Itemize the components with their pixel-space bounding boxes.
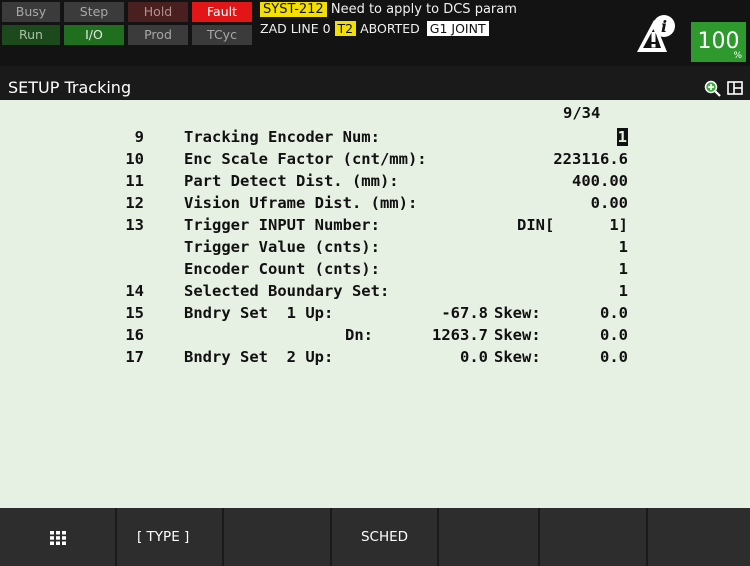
f2-button[interactable] bbox=[224, 508, 330, 566]
list-item[interactable]: 14 Selected Boundary Set: 1 bbox=[0, 280, 750, 302]
skew-value[interactable]: 0.0 bbox=[600, 302, 628, 324]
speed-override[interactable]: 100 % bbox=[691, 22, 746, 62]
skew-label: Skew: bbox=[494, 348, 541, 366]
status-bar: Busy Step Hold Fault Run I/O Prod TCyc S… bbox=[0, 0, 750, 66]
screen-title-bar: SETUP Tracking bbox=[0, 76, 750, 100]
item-number: 12 bbox=[125, 194, 144, 212]
zoom-in-icon[interactable] bbox=[704, 80, 721, 97]
f4-button[interactable] bbox=[439, 508, 538, 566]
edit-cursor[interactable]: 1 bbox=[616, 128, 628, 146]
item-number: 16 bbox=[125, 326, 144, 344]
tracking-setup-panel: 9/34 9 Tracking Encoder Num: 1 10 Enc Sc… bbox=[0, 100, 750, 508]
item-value[interactable]: 400.00 bbox=[572, 170, 628, 192]
skew-label: Skew: bbox=[494, 304, 541, 322]
list-item[interactable]: 17 Bndry Set 2 Up: 0.0 Skew: 0.0 bbox=[0, 346, 750, 368]
item-label: Encoder Count (cnts): bbox=[184, 260, 380, 278]
item-label: Enc Scale Factor (cnt/mm): bbox=[184, 150, 427, 168]
item-number: 10 bbox=[125, 150, 144, 168]
list-item[interactable]: 9 Tracking Encoder Num: 1 bbox=[0, 126, 750, 148]
run-indicator: Run bbox=[2, 25, 60, 45]
step-indicator: Step bbox=[64, 2, 124, 22]
override-unit: % bbox=[733, 51, 742, 61]
list-item[interactable]: Encoder Count (cnts): 1 bbox=[0, 258, 750, 280]
svg-text:i: i bbox=[661, 17, 667, 36]
tcyc-indicator: TCyc bbox=[192, 25, 252, 45]
sched-button[interactable]: SCHED bbox=[332, 508, 437, 566]
skew-value[interactable]: 0.0 bbox=[600, 346, 628, 368]
list-item[interactable]: 12 Vision Uframe Dist. (mm): 0.00 bbox=[0, 192, 750, 214]
io-indicator: I/O bbox=[64, 25, 124, 45]
split-screen-icon[interactable] bbox=[727, 81, 743, 95]
item-label: Selected Boundary Set: bbox=[184, 282, 390, 300]
boundary-position[interactable]: 0.0 bbox=[460, 346, 488, 368]
item-number: 17 bbox=[125, 348, 144, 366]
alarm-text: Need to apply to DCS param bbox=[330, 2, 517, 17]
item-label: Bndry Set 1 Up: bbox=[184, 304, 334, 322]
list-item[interactable]: 10 Enc Scale Factor (cnt/mm): 223116.6 bbox=[0, 148, 750, 170]
screen-title: SETUP Tracking bbox=[8, 78, 132, 97]
function-key-bar: [ TYPE ] SCHED bbox=[0, 508, 750, 566]
run-state: ABORTED bbox=[360, 21, 420, 36]
info-warning-icon[interactable]: i bbox=[634, 14, 676, 54]
fault-indicator: Fault bbox=[192, 2, 252, 22]
skew-label: Skew: bbox=[494, 326, 541, 344]
prod-indicator: Prod bbox=[128, 25, 188, 45]
item-value[interactable]: 1 bbox=[619, 258, 628, 280]
alarm-message[interactable]: SYST-212 Need to apply to DCS param bbox=[260, 2, 517, 17]
f5-button[interactable] bbox=[540, 508, 646, 566]
group-coord-badge: G1 JOINT bbox=[426, 21, 489, 36]
menu-button[interactable] bbox=[0, 508, 115, 566]
program-status-line: ZAD LINE 0 T2 ABORTED G1 JOINT bbox=[260, 21, 489, 36]
item-number: 9 bbox=[134, 128, 144, 146]
list-item[interactable]: 11 Part Detect Dist. (mm): 400.00 bbox=[0, 170, 750, 192]
type-button[interactable]: [ TYPE ] bbox=[117, 508, 222, 566]
item-value[interactable]: 223116.6 bbox=[553, 148, 628, 170]
item-label: Vision Uframe Dist. (mm): bbox=[184, 194, 418, 212]
item-label: Dn: bbox=[345, 326, 373, 344]
item-number: 11 bbox=[125, 172, 144, 190]
page-indicator: 9/34 bbox=[563, 104, 601, 122]
busy-indicator: Busy bbox=[2, 2, 60, 22]
item-label: Trigger Value (cnts): bbox=[184, 238, 380, 256]
port-type: DIN[ bbox=[517, 216, 555, 234]
item-number: 14 bbox=[125, 282, 144, 300]
item-number: 15 bbox=[125, 304, 144, 322]
item-value[interactable]: 1 bbox=[619, 236, 628, 258]
item-label: Tracking Encoder Num: bbox=[184, 128, 380, 146]
item-value[interactable]: 1 bbox=[616, 126, 628, 148]
item-label: Part Detect Dist. (mm): bbox=[184, 172, 399, 190]
mode-badge: T2 bbox=[334, 21, 357, 36]
item-value[interactable]: 0.00 bbox=[591, 192, 628, 214]
boundary-position[interactable]: 1263.7 bbox=[432, 324, 488, 346]
list-item[interactable]: Trigger Value (cnts): 1 bbox=[0, 236, 750, 258]
item-label: Trigger INPUT Number: bbox=[184, 216, 380, 234]
item-number: 13 bbox=[125, 216, 144, 234]
hold-indicator: Hold bbox=[128, 2, 188, 22]
item-value[interactable]: 1 bbox=[619, 280, 628, 302]
skew-value[interactable]: 0.0 bbox=[600, 324, 628, 346]
item-value[interactable]: 1] bbox=[609, 214, 628, 236]
boundary-position[interactable]: -67.8 bbox=[441, 302, 488, 324]
list-item[interactable]: 13 Trigger INPUT Number: DIN[ 1] bbox=[0, 214, 750, 236]
line-label: ZAD LINE 0 bbox=[260, 21, 331, 36]
grid-menu-icon bbox=[50, 531, 66, 545]
alarm-code: SYST-212 bbox=[260, 2, 327, 17]
list-item[interactable]: 15 Bndry Set 1 Up: -67.8 Skew: 0.0 bbox=[0, 302, 750, 324]
next-button[interactable] bbox=[648, 508, 750, 566]
item-label: Bndry Set 2 Up: bbox=[184, 348, 334, 366]
list-item[interactable]: 16 Dn: 1263.7 Skew: 0.0 bbox=[0, 324, 750, 346]
